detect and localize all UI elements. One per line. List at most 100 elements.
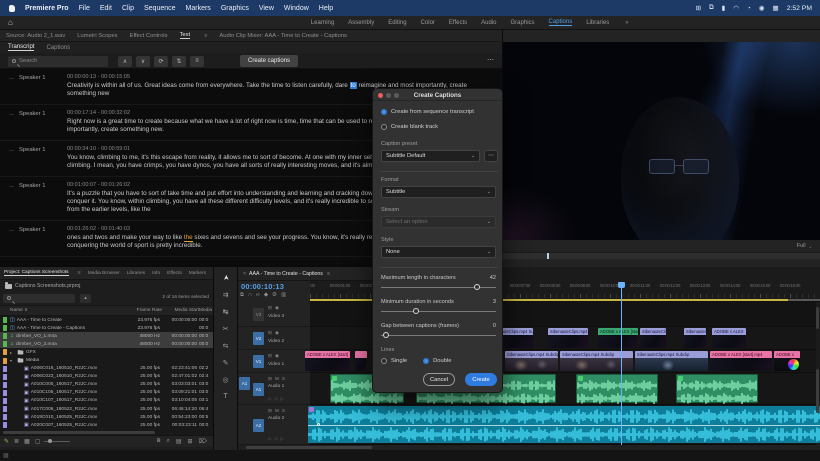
find-icon[interactable]: ⌕: [166, 438, 169, 445]
timeline-vertical-scrollbar[interactable]: [816, 307, 819, 437]
drag-handle-icon[interactable]: —: [9, 112, 14, 118]
style-select[interactable]: None ⌄: [381, 246, 496, 258]
track-output-icon[interactable]: ⊟ ◉: [268, 330, 280, 336]
retranscribe-icon[interactable]: ⟳: [154, 55, 168, 67]
table-row[interactable]: ▣ A020C007_160525_R2JC.mov 25.00 fps 00:03:…: [0, 421, 213, 429]
add-marker-icon[interactable]: ◆: [264, 292, 268, 299]
track-header-v1[interactable]: V1 ⊟ ◉ Video 1: [238, 350, 310, 373]
panel-menu-icon[interactable]: ≡: [327, 271, 330, 277]
expander-icon[interactable]: ▸: [10, 350, 15, 355]
slider-handle[interactable]: [473, 284, 480, 290]
project-tab-libraries[interactable]: Libraries: [127, 271, 145, 276]
slider-track[interactable]: [381, 308, 496, 314]
speaker-label[interactable]: Speaker 1: [19, 75, 45, 81]
table-row[interactable]: ▣ A006C023_160510_R2JC.mov 25.00 fps 02:47:…: [0, 373, 213, 381]
project-tab-effects[interactable]: Effects: [167, 271, 182, 276]
timeline-settings-icon[interactable]: ⚙: [272, 292, 277, 299]
display-settings-icon[interactable]: ▥: [281, 292, 286, 299]
battery-icon[interactable]: ▮: [722, 4, 726, 12]
new-item-icon[interactable]: ⊞: [187, 438, 192, 445]
timeline-clip[interactable]: SibenauteClips.mp4 Subclip: [548, 328, 588, 348]
column-header-media-start[interactable]: Media Start: [162, 308, 199, 313]
workspace-tab-assembly[interactable]: Assembly: [348, 20, 374, 26]
keyframe-nav-icons[interactable]: ◇ ◁ ▷: [268, 436, 284, 441]
workspace-tab-color[interactable]: Color: [421, 20, 435, 26]
volume-line[interactable]: [308, 424, 820, 426]
project-tab-project-captions-screenshots[interactable]: Project: Captions Screenshots: [4, 270, 69, 276]
keyframe-nav-icons[interactable]: ◇ ◁ ▷: [268, 396, 284, 401]
panel-menu-icon[interactable]: ≡: [204, 33, 207, 39]
radio-lines-single[interactable]: Single: [381, 358, 407, 364]
track-target-a1[interactable]: A1: [253, 382, 264, 396]
new-bin-icon[interactable]: ▤: [176, 438, 182, 445]
selection-tool[interactable]: ➤: [221, 275, 230, 281]
menu-clip[interactable]: Clip: [122, 5, 134, 12]
tab-effect-controls[interactable]: Effect Controls: [130, 33, 168, 39]
delete-icon[interactable]: ⌦: [199, 438, 207, 445]
project-tab-markers[interactable]: Markers: [189, 271, 206, 276]
table-row[interactable]: ♫ climber_VO_1.m4a 48000 Hz 00:00:00:00 00:0: [0, 332, 213, 341]
menu-sequence[interactable]: Sequence: [144, 5, 176, 12]
writable-indicator-icon[interactable]: ✎: [4, 438, 9, 445]
nest-icon[interactable]: ⧉: [240, 292, 244, 299]
drag-handle-icon[interactable]: —: [9, 76, 14, 82]
slider-handle[interactable]: [383, 332, 390, 338]
source-patch-a1[interactable]: A1: [239, 377, 250, 390]
timeline-clip[interactable]: ADOBE x ALEX: [712, 328, 746, 348]
table-row[interactable]: ▾ Media: [0, 356, 213, 364]
column-header-name[interactable]: Name ∧: [10, 308, 128, 313]
automate-to-sequence-icon[interactable]: ⧈: [157, 438, 161, 445]
workspace-tab-graphics[interactable]: Graphics: [511, 20, 535, 26]
table-row[interactable]: ▸ GFX: [0, 348, 213, 356]
timeline-clip[interactable]: ADOBE x ALEX [start].mp4: [710, 351, 772, 371]
ripple-edit-tool[interactable]: ↹: [223, 307, 229, 316]
next-match-icon[interactable]: ∨: [136, 55, 150, 67]
razor-tool[interactable]: ✂: [223, 324, 229, 333]
tab-lumetri-scopes[interactable]: Lumetri Scopes: [77, 33, 117, 39]
slip-tool[interactable]: ⇆: [223, 341, 229, 350]
project-search-input[interactable]: [3, 293, 75, 303]
workspace-overflow-icon[interactable]: »: [625, 20, 628, 26]
apple-icon[interactable]: [9, 4, 15, 12]
caption-preset-select[interactable]: Subtitle Default ⌄: [381, 150, 480, 162]
timeline-clip[interactable]: ADOBE x ALEX [start]: [598, 328, 638, 348]
hand-tool[interactable]: ◎: [222, 375, 228, 384]
wifi-icon[interactable]: ◠: [733, 4, 739, 12]
timeline-clip[interactable]: ADOBE x: [774, 351, 800, 371]
thumbnail-zoom-slider[interactable]: [44, 439, 71, 443]
table-row[interactable]: ▣ A017C006_180522_R2JC.mov 25.00 fps 06:46:…: [0, 405, 213, 413]
workspace-tab-libraries[interactable]: Libraries: [586, 20, 609, 26]
track-output-icon[interactable]: ⊟ ◉: [268, 305, 280, 311]
radio-create-from-transcript[interactable]: Create from sequence transcript: [381, 109, 474, 115]
search-input[interactable]: Search: [8, 55, 108, 67]
timeline-clip[interactable]: SibenauteClips.mp4 Subclip: [640, 328, 666, 348]
project-tab-media-browser[interactable]: Media Browser: [88, 271, 120, 276]
tab-source-audio-2-1-wav[interactable]: Source: Audio 2_1.wav: [6, 33, 65, 39]
previous-match-icon[interactable]: ∧: [118, 55, 132, 67]
panel-more-icon[interactable]: ⋯: [487, 56, 494, 64]
type-tool[interactable]: T: [223, 392, 227, 401]
workspace-tab-editing[interactable]: Editing: [388, 20, 406, 26]
timeline-clip[interactable]: SibenauteClips.mp4 Subclip: [684, 328, 706, 348]
table-row[interactable]: ▣ A019C010_160525_R2JC.mov 25.00 fps 00:54:…: [0, 413, 213, 421]
create-captions-button[interactable]: Create captions: [240, 55, 299, 67]
audio-clip[interactable]: [576, 374, 658, 404]
workspace-tab-effects[interactable]: Effects: [449, 20, 467, 26]
slider-handle[interactable]: [413, 308, 420, 314]
close-icon[interactable]: ×: [243, 271, 246, 277]
slider-track[interactable]: [381, 332, 496, 338]
freeform-view-icon[interactable]: ▢: [35, 438, 41, 445]
merge-segments-icon[interactable]: ≡: [190, 55, 204, 67]
pen-tool[interactable]: ✎: [223, 358, 229, 367]
panel-menu-icon[interactable]: ≡: [78, 270, 81, 276]
menu-graphics[interactable]: Graphics: [221, 5, 249, 12]
track-output-icon[interactable]: ⊟ ◉: [268, 353, 280, 359]
siri-icon[interactable]: ◉: [759, 4, 765, 12]
speaker-label[interactable]: Speaker 1: [19, 147, 45, 153]
timeline-clip[interactable]: SibenauteClips.mp4 Subclip: [505, 351, 558, 371]
drag-handle-icon[interactable]: —: [9, 228, 14, 234]
zoom-level-select[interactable]: Full: [797, 243, 806, 249]
table-row[interactable]: ◫ AAA - Time to Create - Captions 23.976 f…: [0, 324, 213, 332]
track-content-a2[interactable]: [308, 405, 820, 445]
menu-help[interactable]: Help: [319, 5, 333, 12]
